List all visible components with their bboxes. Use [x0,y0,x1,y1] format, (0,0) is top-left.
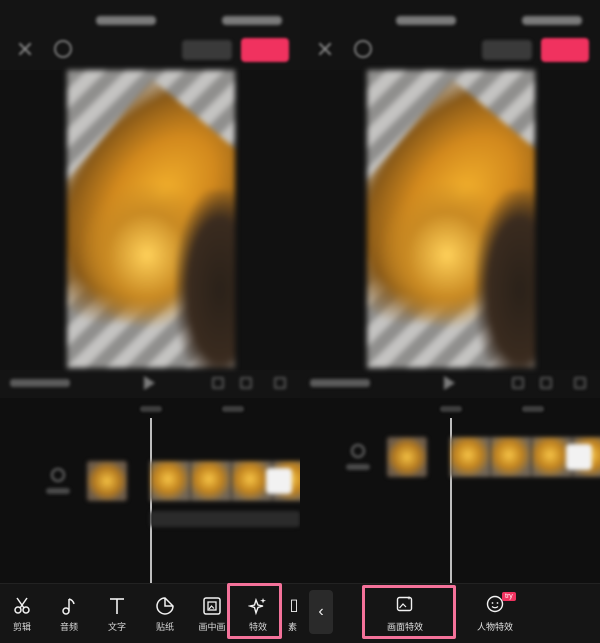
timeline [300,398,600,588]
fullscreen-icon[interactable] [574,377,586,389]
export-button[interactable] [241,38,289,62]
time-readout [310,379,370,387]
undo-icon[interactable] [512,377,524,389]
video-preview [67,70,235,368]
back-button[interactable]: ‹ [309,590,333,634]
toolbar-item-label: 音频 [59,622,78,632]
resolution-button[interactable] [182,40,232,60]
add-audio-track[interactable] [150,511,300,527]
export-button[interactable] [541,38,589,62]
toolbar-item-edit[interactable]: 剪辑 [0,584,44,643]
right-screen: ‹ 画面特效 人物特效 try [300,0,600,643]
playhead[interactable] [150,418,152,588]
mute-clip-audio-icon[interactable] [346,444,370,480]
help-icon[interactable] [354,40,372,58]
redo-icon[interactable] [240,377,252,389]
effects-item-label: 人物特效 [476,622,513,632]
toolbar-item-label: 素 [288,622,298,632]
resolution-button[interactable] [482,40,532,60]
cover-thumbnail[interactable] [387,437,427,477]
undo-icon[interactable] [212,377,224,389]
sticker-icon [156,597,174,615]
toolbar-item-text[interactable]: 文字 [95,584,139,643]
play-icon[interactable] [144,376,155,390]
text-icon [110,598,124,614]
try-badge: try [502,592,516,601]
video-track[interactable] [450,437,600,477]
toolbar-item-label: 文字 [107,622,126,632]
toolbar-item-label: 剪辑 [12,622,31,632]
playback-controls [300,374,600,392]
scissors-icon [14,597,30,614]
music-note-icon [62,598,75,615]
fullscreen-icon[interactable] [274,377,286,389]
playback-controls [0,374,300,392]
mute-clip-audio-icon[interactable] [46,468,70,504]
redo-icon[interactable] [540,377,552,389]
toolbar-item-sticker[interactable]: 贴纸 [143,584,187,643]
picture-in-picture-icon [203,597,221,615]
cutoff-icon: ▯ [289,597,299,614]
timeline [0,398,300,588]
time-readout [10,379,70,387]
left-screen: 剪辑 音频 文字 贴纸 画中画 特效 ▯ 素 [0,0,300,643]
toolbar-item-audio[interactable]: 音频 [47,584,91,643]
video-preview [367,70,535,368]
add-clip-button[interactable] [566,444,592,470]
highlight-box-screen-effects [362,585,456,639]
cover-thumbnail[interactable] [87,461,127,501]
close-icon[interactable] [316,40,334,58]
status-bar [0,14,300,28]
toolbar-item-label: 贴纸 [155,622,174,632]
chevron-left-icon: ‹ [318,603,324,620]
status-bar [300,14,600,28]
video-track[interactable] [150,461,300,501]
highlight-box-effects [227,583,282,639]
effects-item-person[interactable]: 人物特效 [450,584,540,643]
close-icon[interactable] [16,40,34,58]
add-clip-button[interactable] [266,468,292,494]
toolbar-item-cut[interactable]: ▯ 素 [288,584,300,643]
help-icon[interactable] [54,40,72,58]
play-icon[interactable] [444,376,455,390]
